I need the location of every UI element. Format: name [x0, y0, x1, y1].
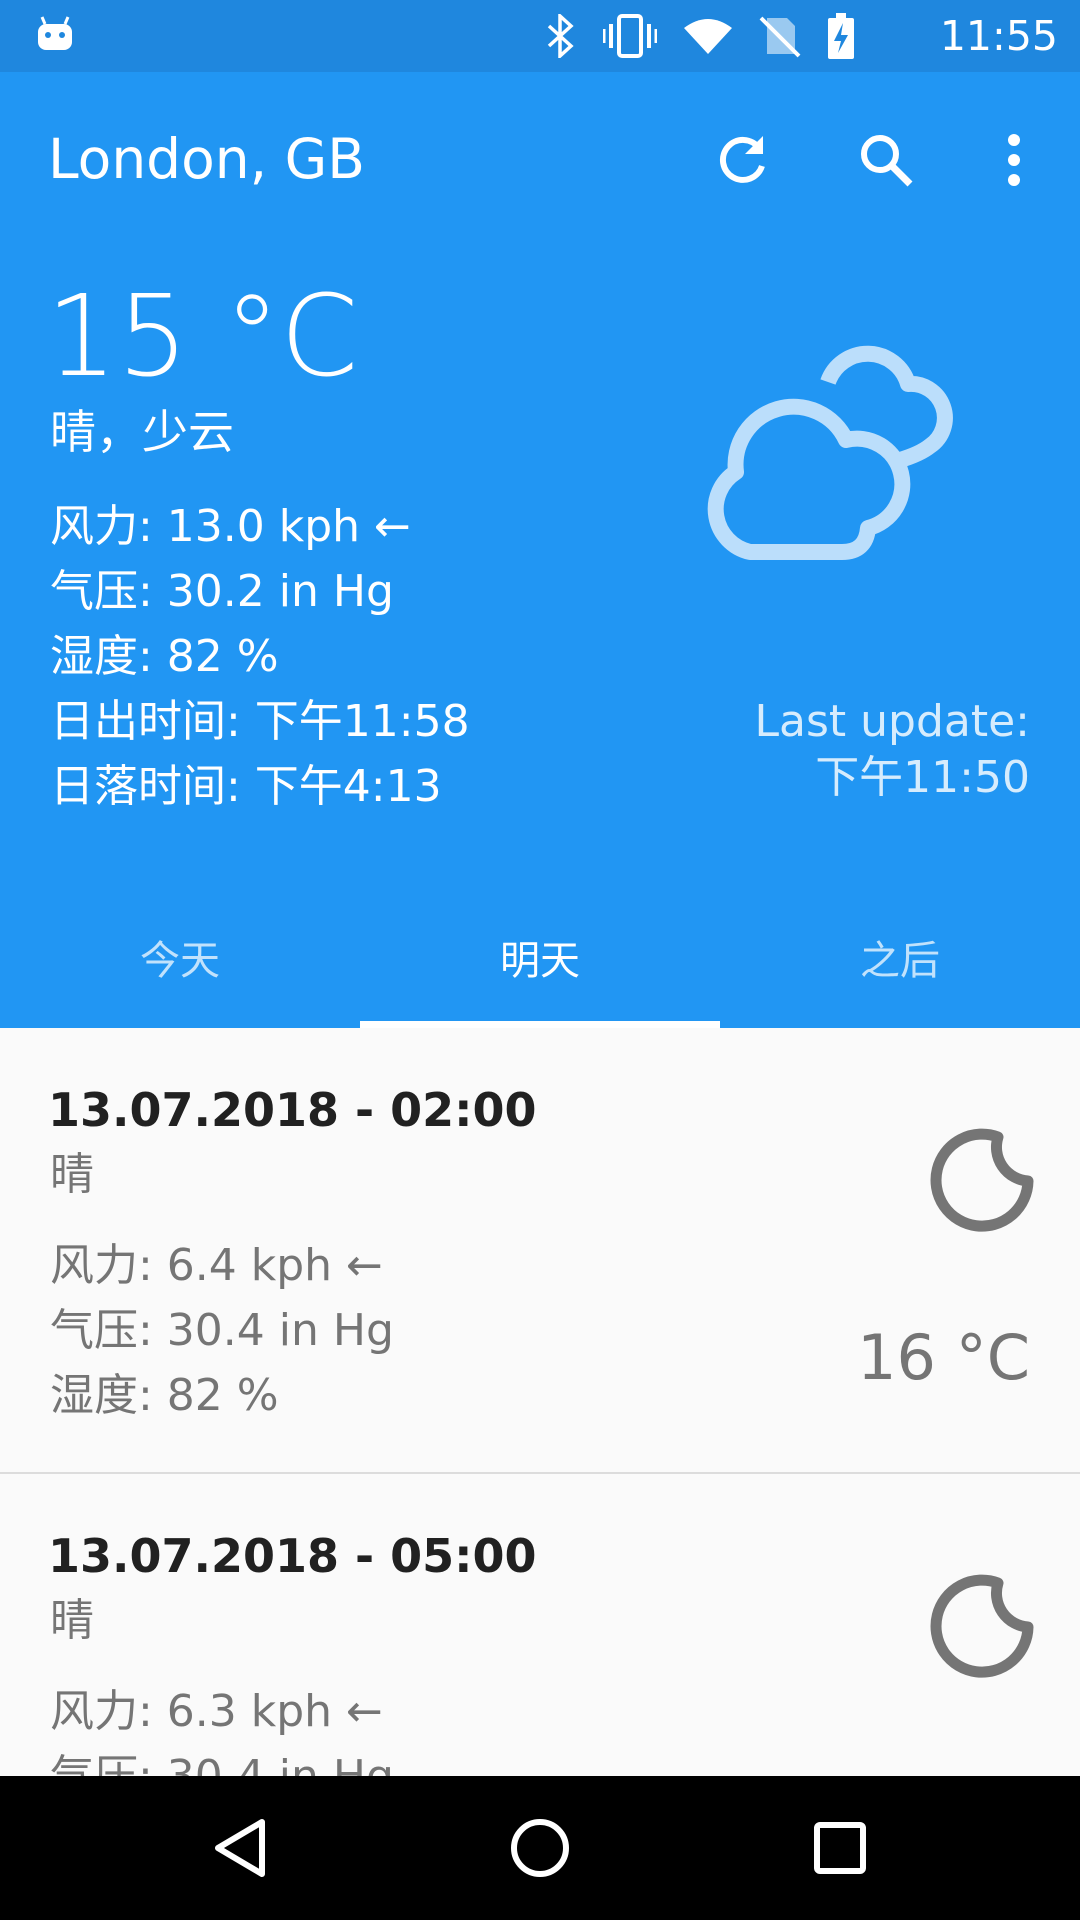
vibrate-icon	[603, 14, 657, 58]
forecast-description: 晴	[50, 1595, 94, 1646]
current-description: 晴，少云	[50, 405, 234, 459]
status-time: 11:55	[939, 12, 1058, 60]
forecast-datetime: 13.07.2018 - 02:00	[48, 1083, 537, 1137]
moon-icon	[930, 1128, 1034, 1232]
location-title: London, GB	[48, 127, 365, 191]
tab-indicator	[360, 1021, 720, 1028]
current-pressure: 气压: 30.2 in Hg	[50, 566, 394, 617]
forecast-wind: 风力: 6.3 kph ←	[50, 1686, 383, 1737]
current-details: 风力: 13.0 kph ← 气压: 30.2 in Hg 湿度: 82 % 日…	[50, 494, 470, 819]
back-button[interactable]	[190, 1798, 290, 1898]
current-humidity: 湿度: 82 %	[50, 631, 279, 682]
last-update-time: 下午11:50	[815, 752, 1030, 803]
current-temperature: 15 °C	[46, 272, 359, 402]
forecast-temperature: 16 °C	[857, 1321, 1030, 1394]
forecast-datetime: 13.07.2018 - 05:00	[48, 1529, 537, 1583]
forecast-pressure: 气压: 30.4 in Hg	[50, 1305, 394, 1356]
forecast-list[interactable]: 13.07.2018 - 02:00 晴 风力: 6.4 kph ← 气压: 3…	[0, 1028, 1080, 1776]
current-sunset: 日落时间: 下午4:13	[50, 761, 442, 812]
tab-tomorrow[interactable]: 明天	[360, 902, 720, 1028]
list-item[interactable]: 13.07.2018 - 02:00 晴 风力: 6.4 kph ← 气压: 3…	[0, 1028, 1080, 1474]
forecast-details: 风力: 6.3 kph ← 气压: 30.4 in Hg	[50, 1679, 394, 1776]
list-item[interactable]: 13.07.2018 - 05:00 晴 风力: 6.3 kph ← 气压: 3…	[0, 1474, 1080, 1776]
bluetooth-icon	[547, 14, 574, 58]
forecast-wind: 风力: 6.4 kph ←	[50, 1240, 383, 1291]
search-icon	[861, 135, 913, 187]
tab-today[interactable]: 今天	[0, 902, 360, 1028]
more-vert-icon	[1008, 134, 1020, 186]
current-sunrise: 日出时间: 下午11:58	[50, 696, 470, 747]
status-bar: 11:55	[0, 0, 1080, 72]
last-update-label: Last update:	[754, 696, 1031, 747]
forecast-details: 风力: 6.4 kph ← 气压: 30.4 in Hg 湿度: 82 %	[50, 1233, 394, 1428]
screen: 11:55 London, GB 15 °C 晴，少云 风力: 13.0 kph…	[0, 0, 1080, 1920]
refresh-button[interactable]	[695, 112, 791, 208]
more-options-button[interactable]	[966, 112, 1062, 208]
day-tabs: 今天 明天 之后	[0, 902, 1080, 1028]
recents-icon	[814, 1822, 866, 1874]
home-button[interactable]	[490, 1798, 590, 1898]
tab-later-label: 之后	[860, 938, 940, 984]
last-update: Last update: 下午11:50	[755, 694, 1031, 806]
moon-icon	[930, 1574, 1034, 1678]
wifi-icon	[684, 19, 732, 54]
navigation-bar	[0, 1776, 1080, 1920]
android-icon	[38, 16, 72, 50]
refresh-icon	[719, 136, 765, 183]
cloudy-icon	[707, 345, 953, 560]
no-sim-icon	[759, 16, 801, 58]
tab-today-label: 今天	[140, 938, 220, 984]
current-wind: 风力: 13.0 kph ←	[50, 501, 411, 552]
battery-charging-icon	[828, 13, 854, 59]
home-icon	[511, 1819, 569, 1877]
tab-tomorrow-label: 明天	[500, 938, 580, 984]
current-weather-header: London, GB 15 °C 晴，少云 风力: 13.0 kph ← 气压:…	[0, 72, 1080, 1028]
forecast-humidity: 湿度: 82 %	[50, 1370, 279, 1421]
forecast-pressure: 气压: 30.4 in Hg	[50, 1744, 394, 1776]
forecast-description: 晴	[50, 1149, 94, 1200]
recents-button[interactable]	[790, 1798, 890, 1898]
back-icon	[215, 1819, 265, 1877]
tab-later[interactable]: 之后	[720, 902, 1080, 1028]
search-button[interactable]	[838, 112, 934, 208]
